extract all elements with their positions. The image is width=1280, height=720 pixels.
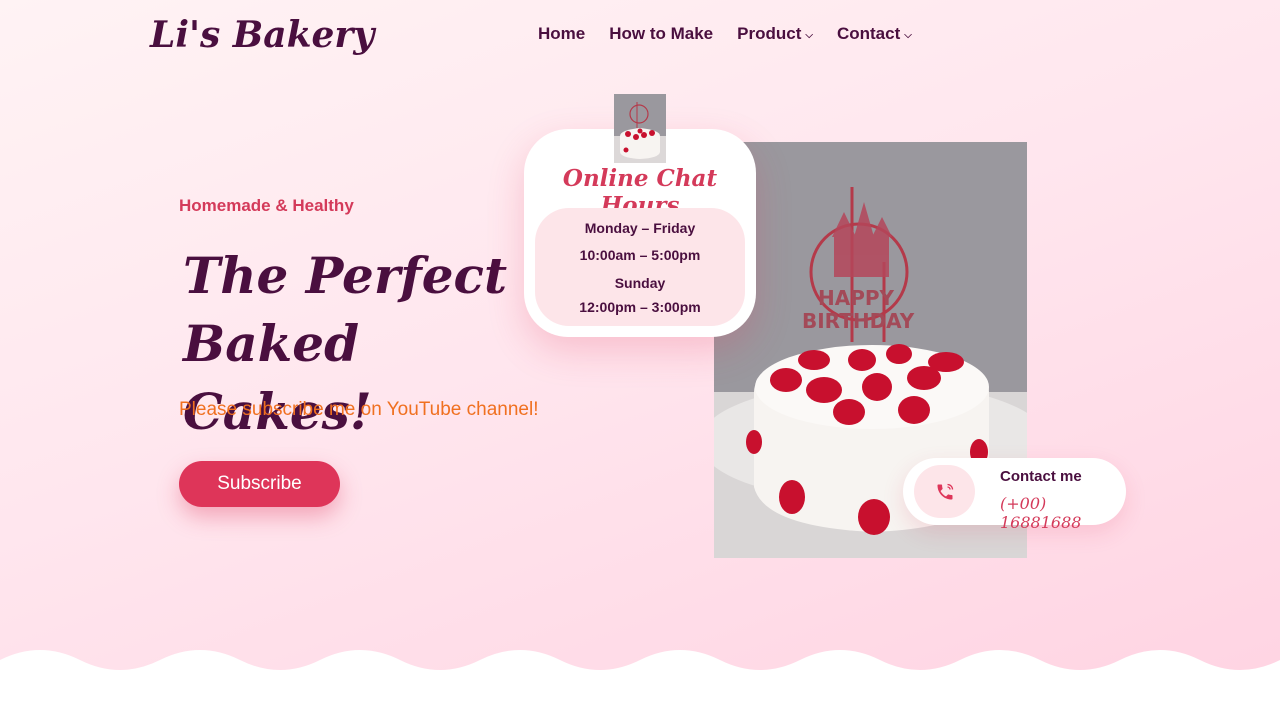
cake-thumbnail [614, 94, 666, 163]
hours-line: Sunday [614, 275, 666, 291]
phone-icon[interactable] [914, 465, 975, 518]
nav-contact-label: Contact [836, 24, 901, 43]
svg-text:BIRTHDAY: BIRTHDAY [802, 309, 915, 333]
chevron-down-icon: ⌵ [904, 29, 912, 41]
hours-line: 12:00pm – 3:00pm [579, 299, 701, 315]
hero-subline: Please subscribe me on YouTube channel! [179, 399, 539, 420]
svg-text:HAPPY: HAPPY [818, 286, 895, 310]
cake-thumbnail-illustration [614, 94, 666, 163]
hero-tagline: Homemade & Healthy [179, 196, 354, 215]
contact-label: Contact me [1000, 468, 1082, 485]
site-logo[interactable]: Li's Bakery [150, 14, 374, 56]
bottom-wave-divider [0, 650, 1280, 720]
nav-how-to-make-label: How to Make [609, 24, 714, 43]
contact-phone-number[interactable]: (+00) 16881688 [1000, 494, 1126, 532]
nav-home[interactable]: Home [538, 24, 585, 44]
subscribe-button[interactable]: Subscribe [179, 461, 340, 507]
phone-icon-glyph [937, 483, 953, 499]
chevron-down-icon: ⌵ [805, 29, 813, 41]
hours-line: Monday – Friday [584, 220, 696, 236]
nav-contact[interactable]: Contact ⌵ [837, 24, 912, 44]
hours-line: 10:00am – 5:00pm [579, 247, 701, 263]
nav-home-label: Home [538, 24, 586, 43]
nav-product-label: Product [737, 24, 802, 43]
chat-hours-panel: Monday – Friday 10:00am – 5:00pm Sunday … [535, 208, 745, 326]
nav-product[interactable]: Product ⌵ [737, 24, 813, 44]
contact-card[interactable]: Contact me (+00) 16881688 [903, 458, 1126, 532]
main-nav: Home How to Make Product ⌵ Contact ⌵ [538, 24, 912, 44]
nav-how-to-make[interactable]: How to Make [609, 24, 713, 44]
